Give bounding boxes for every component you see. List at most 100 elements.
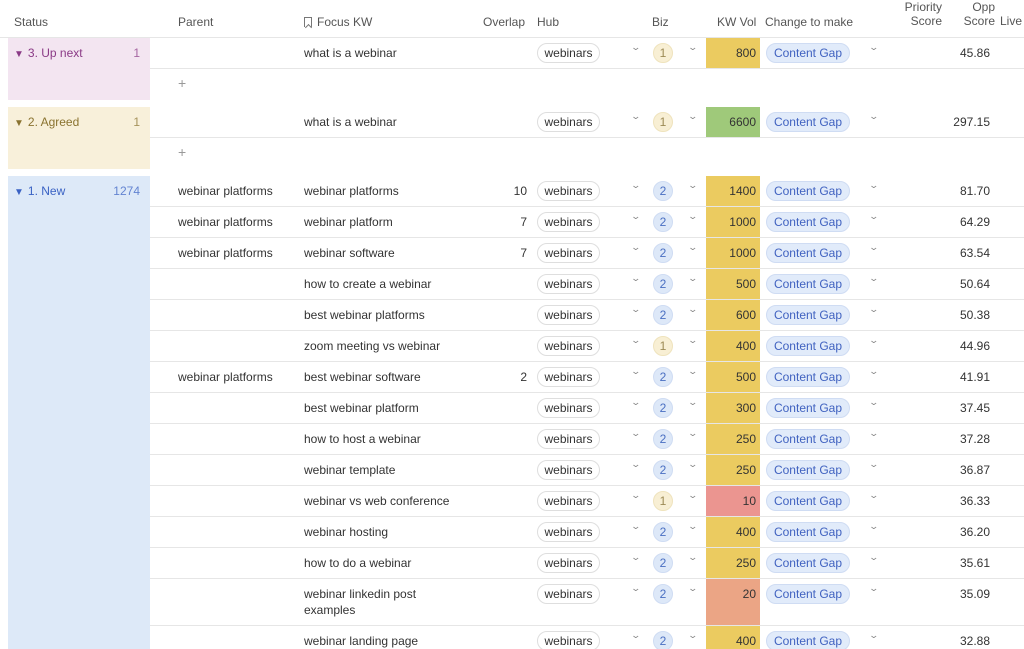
chevron-down-icon[interactable]: ⌄ xyxy=(687,428,698,439)
focus-kw-cell[interactable]: how to do a webinar xyxy=(304,555,411,571)
kw-vol-cell[interactable]: 20 xyxy=(706,579,760,625)
overlap-cell[interactable]: 10 xyxy=(480,184,527,198)
chevron-down-icon[interactable]: ⌄ xyxy=(630,630,641,641)
group-label[interactable]: ▼ 2. Agreed xyxy=(14,115,79,129)
kw-vol-cell[interactable]: 300 xyxy=(706,393,760,423)
kw-vol-cell[interactable]: 500 xyxy=(706,362,760,392)
header-kw-vol[interactable]: KW Vol xyxy=(717,15,756,29)
overlap-cell[interactable]: 7 xyxy=(480,215,527,229)
table-row[interactable]: 500 how to create a webinar webinars ⌄ 2 ⌄ Con… xyxy=(150,269,1024,300)
biz-tag[interactable]: 2 xyxy=(653,584,673,604)
biz-tag[interactable]: 2 xyxy=(653,243,673,263)
focus-kw-cell[interactable]: zoom meeting vs webinar xyxy=(304,338,440,354)
table-row[interactable]: 1000 webinar platforms webinar software 7 we… xyxy=(150,238,1024,269)
change-to-make-tag[interactable]: Content Gap xyxy=(766,429,850,449)
chevron-down-icon[interactable]: ⌄ xyxy=(687,583,698,594)
group-header-up-next[interactable]: ▼ 3. Up next 1 xyxy=(8,38,150,100)
focus-kw-cell[interactable]: how to create a webinar xyxy=(304,276,431,292)
focus-kw-cell[interactable]: webinar platforms xyxy=(304,183,399,199)
biz-tag[interactable]: 2 xyxy=(653,398,673,418)
chevron-down-icon[interactable]: ⌄ xyxy=(868,490,879,501)
chevron-down-icon[interactable]: ⌄ xyxy=(630,304,641,315)
change-to-make-tag[interactable]: Content Gap xyxy=(766,336,850,356)
table-row[interactable]: 300 best webinar platform webinars ⌄ 2 ⌄ Conte… xyxy=(150,393,1024,424)
focus-kw-cell[interactable]: webinar software xyxy=(304,245,395,261)
kw-vol-cell[interactable]: 800 xyxy=(706,38,760,68)
change-to-make-tag[interactable]: Content Gap xyxy=(766,631,850,649)
change-to-make-tag[interactable]: Content Gap xyxy=(766,274,850,294)
table-row[interactable]: 600 best webinar platforms webinars ⌄ 2 ⌄ Cont… xyxy=(150,300,1024,331)
change-to-make-tag[interactable]: Content Gap xyxy=(766,460,850,480)
focus-kw-cell[interactable]: webinar landing page xyxy=(304,633,418,649)
chevron-down-icon[interactable]: ⌄ xyxy=(630,552,641,563)
hub-tag[interactable]: webinars xyxy=(537,367,600,387)
biz-tag[interactable]: 2 xyxy=(653,631,673,649)
biz-tag[interactable]: 1 xyxy=(653,491,673,511)
kw-vol-cell[interactable]: 6600 xyxy=(706,107,760,137)
change-to-make-tag[interactable]: Content Gap xyxy=(766,112,850,132)
hub-tag[interactable]: webinars xyxy=(537,584,600,604)
hub-tag[interactable]: webinars xyxy=(537,243,600,263)
change-to-make-tag[interactable]: Content Gap xyxy=(766,305,850,325)
chevron-down-icon[interactable]: ⌄ xyxy=(630,42,641,53)
kw-vol-cell[interactable]: 600 xyxy=(706,300,760,330)
hub-tag[interactable]: webinars xyxy=(537,491,600,511)
hub-tag[interactable]: webinars xyxy=(537,522,600,542)
group-header-new[interactable]: ▼ 1. New 1274 xyxy=(8,176,150,649)
add-row-button[interactable]: + xyxy=(178,144,186,160)
table-row[interactable]: 250 webinar template webinars ⌄ 2 ⌄ Content Ga… xyxy=(150,455,1024,486)
biz-tag[interactable]: 2 xyxy=(653,181,673,201)
group-label[interactable]: ▼ 3. Up next xyxy=(14,46,83,60)
biz-tag[interactable]: 1 xyxy=(653,112,673,132)
hub-tag[interactable]: webinars xyxy=(537,181,600,201)
chevron-down-icon[interactable]: ⌄ xyxy=(630,111,641,122)
header-biz[interactable]: Biz xyxy=(652,15,669,29)
header-status[interactable]: Status xyxy=(14,15,48,29)
chevron-down-icon[interactable]: ⌄ xyxy=(868,583,879,594)
kw-vol-cell[interactable]: 500 xyxy=(706,269,760,299)
chevron-down-icon[interactable]: ⌄ xyxy=(868,459,879,470)
kw-vol-cell[interactable]: 400 xyxy=(706,517,760,547)
header-change-to-make[interactable]: Change to make xyxy=(765,15,853,29)
chevron-down-icon[interactable]: ⌄ xyxy=(630,490,641,501)
change-to-make-tag[interactable]: Content Gap xyxy=(766,522,850,542)
kw-vol-cell[interactable]: 1000 xyxy=(706,238,760,268)
chevron-down-icon[interactable]: ⌄ xyxy=(687,335,698,346)
change-to-make-tag[interactable]: Content Gap xyxy=(766,584,850,604)
chevron-down-icon[interactable]: ⌄ xyxy=(868,42,879,53)
chevron-down-icon[interactable]: ⌄ xyxy=(687,490,698,501)
hub-tag[interactable]: webinars xyxy=(537,398,600,418)
kw-vol-cell[interactable]: 250 xyxy=(706,548,760,578)
kw-vol-cell[interactable]: 1000 xyxy=(706,207,760,237)
chevron-down-icon[interactable]: ⌄ xyxy=(687,304,698,315)
focus-kw-cell[interactable]: best webinar platforms xyxy=(304,307,425,323)
chevron-down-icon[interactable]: ⌄ xyxy=(868,180,879,191)
add-row[interactable]: + xyxy=(150,138,1024,169)
add-row-button[interactable]: + xyxy=(178,75,186,91)
chevron-down-icon[interactable]: ⌄ xyxy=(687,273,698,284)
chevron-down-icon[interactable]: ⌄ xyxy=(868,335,879,346)
parent-cell[interactable]: webinar platforms xyxy=(178,370,273,384)
parent-cell[interactable]: webinar platforms xyxy=(178,246,273,260)
change-to-make-tag[interactable]: Content Gap xyxy=(766,243,850,263)
chevron-down-icon[interactable]: ⌄ xyxy=(868,111,879,122)
table-row[interactable]: 250 how to host a webinar webinars ⌄ 2 ⌄ Conte… xyxy=(150,424,1024,455)
kw-vol-cell[interactable]: 250 xyxy=(706,455,760,485)
table-row[interactable]: 250 how to do a webinar webinars ⌄ 2 ⌄ Content… xyxy=(150,548,1024,579)
table-row[interactable]: 20 webinar linkedin post examples webinars ⌄… xyxy=(150,579,1024,626)
header-focus-kw[interactable]: Focus KW xyxy=(304,15,372,29)
hub-tag[interactable]: webinars xyxy=(537,460,600,480)
focus-kw-cell[interactable]: webinar vs web conference xyxy=(304,493,449,509)
table-row[interactable]: 500 webinar platforms best webinar softwar… xyxy=(150,362,1024,393)
chevron-down-icon[interactable]: ⌄ xyxy=(868,552,879,563)
biz-tag[interactable]: 1 xyxy=(653,336,673,356)
group-header-agreed[interactable]: ▼ 2. Agreed 1 xyxy=(8,107,150,169)
header-hub[interactable]: Hub xyxy=(537,15,559,29)
biz-tag[interactable]: 2 xyxy=(653,522,673,542)
change-to-make-tag[interactable]: Content Gap xyxy=(766,212,850,232)
change-to-make-tag[interactable]: Content Gap xyxy=(766,398,850,418)
chevron-down-icon[interactable]: ⌄ xyxy=(868,273,879,284)
table-row[interactable]: 400 webinar landing page webinars ⌄ 2 ⌄ Conten… xyxy=(150,626,1024,649)
focus-kw-cell[interactable]: how to host a webinar xyxy=(304,431,421,447)
chevron-down-icon[interactable]: ⌄ xyxy=(868,304,879,315)
